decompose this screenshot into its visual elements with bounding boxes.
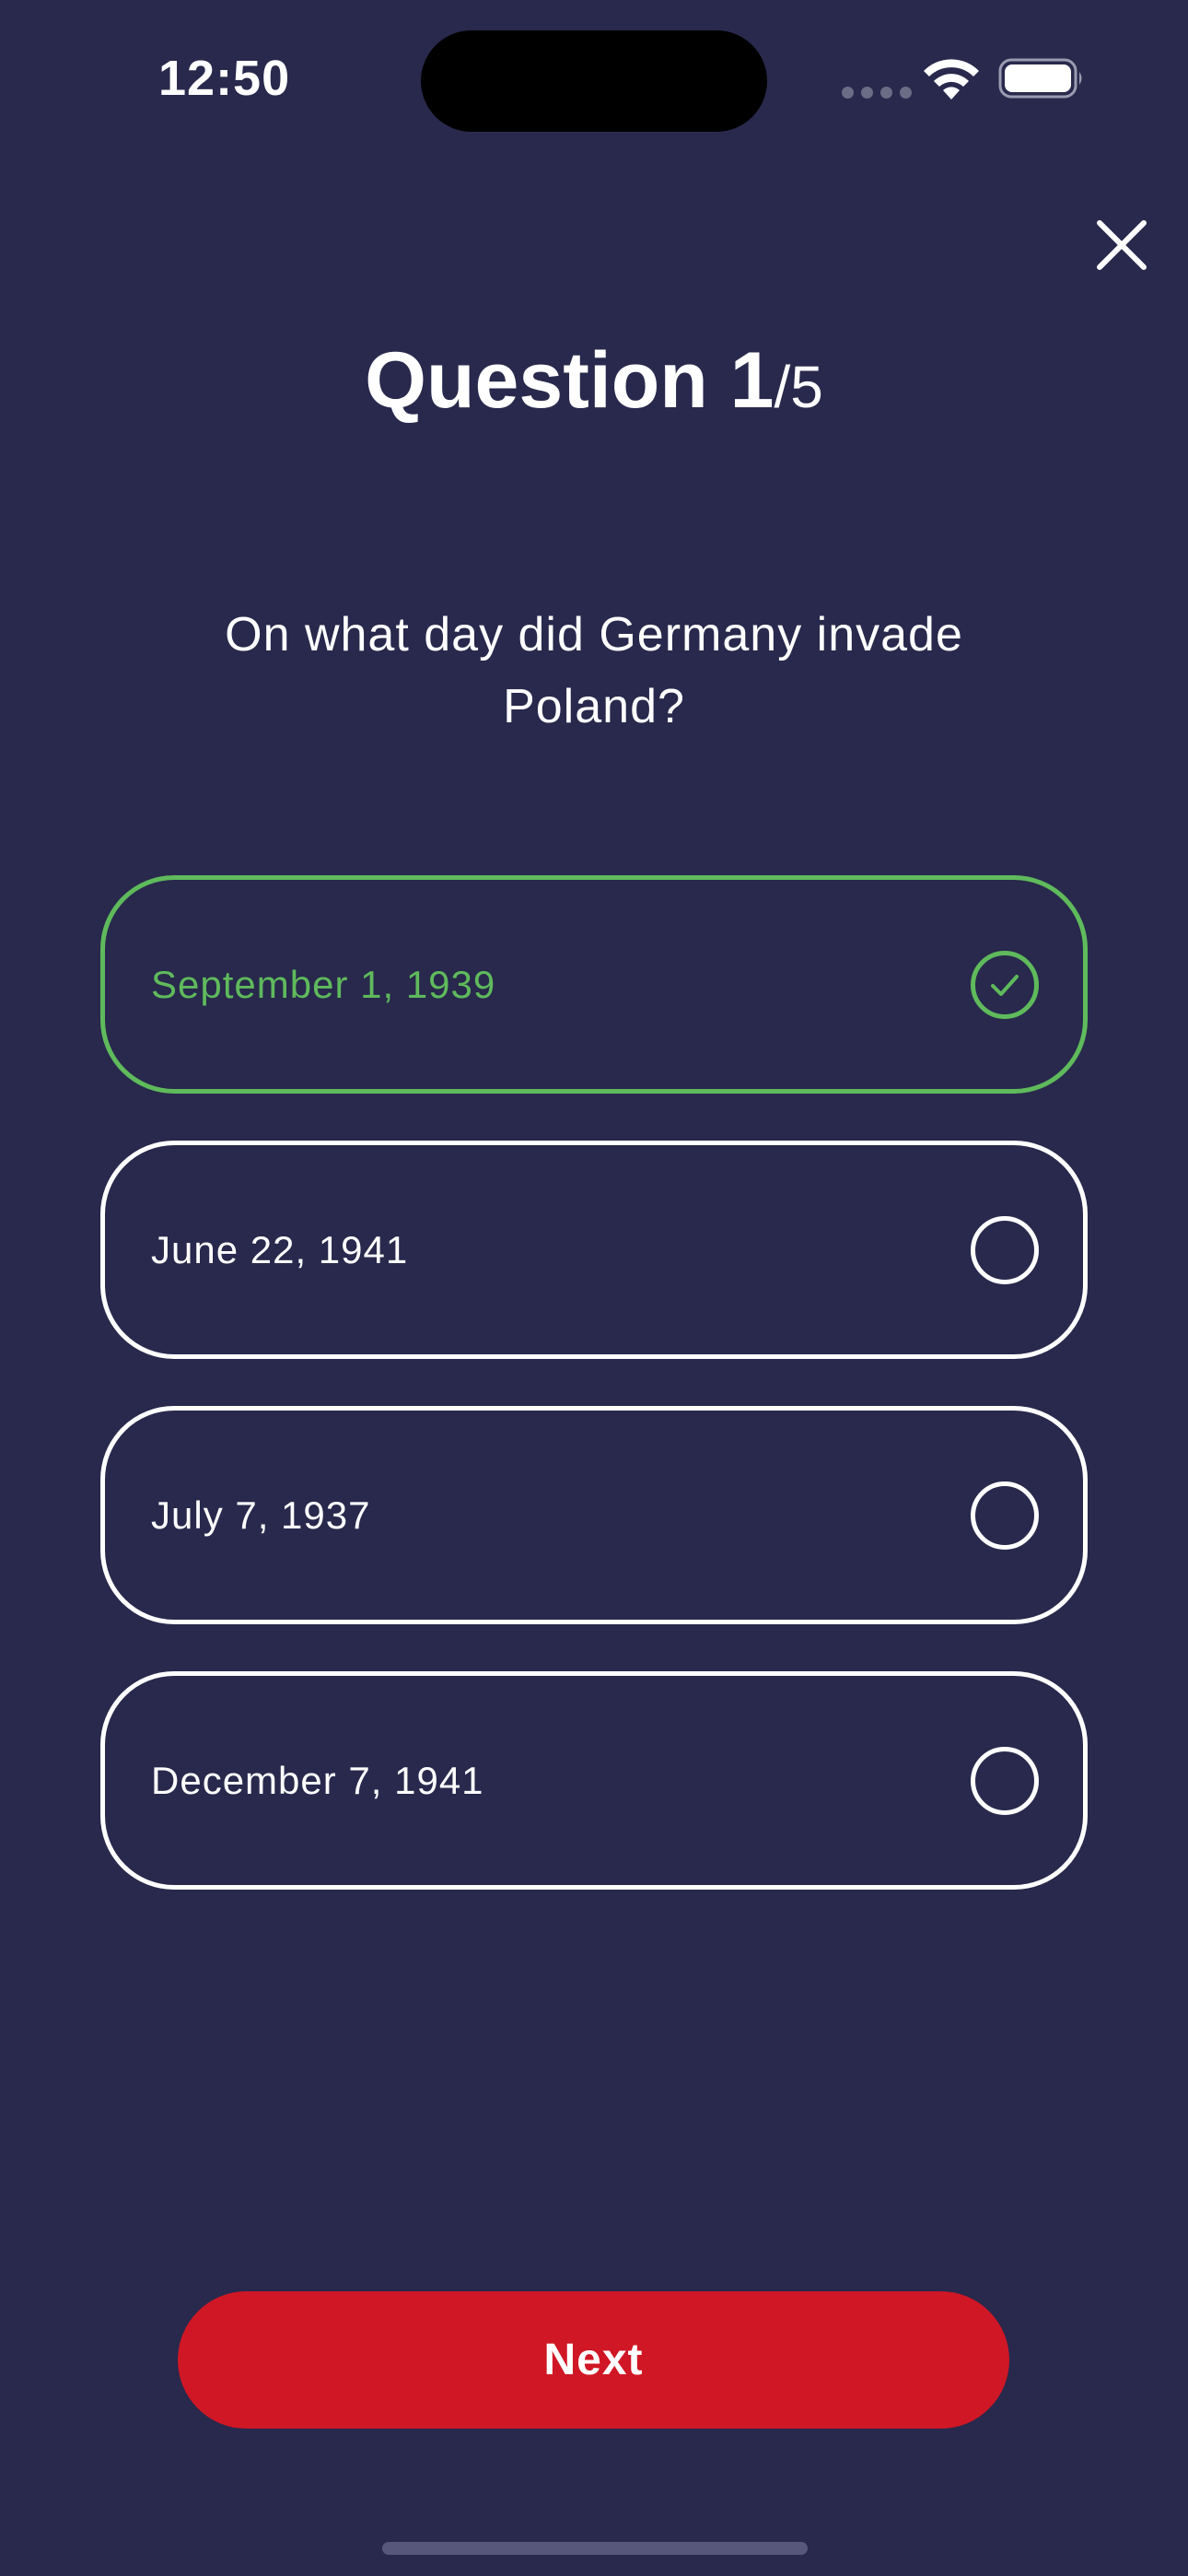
question-text: On what day did Germany invade Poland? [225, 608, 963, 733]
radio-empty-icon [971, 1481, 1039, 1550]
cellular-signal-icon [842, 87, 912, 99]
page-title: Question 1/5 [0, 341, 1188, 420]
question-number: Question 1 [365, 336, 775, 425]
answer-option-label: September 1, 1939 [151, 962, 496, 1006]
radio-empty-icon [971, 1746, 1039, 1815]
status-time: 12:50 [158, 51, 291, 106]
radio-empty-icon [971, 1215, 1039, 1284]
answer-option-4[interactable]: December 7, 1941 [100, 1671, 1088, 1890]
quiz-screen: 12:50 Question 1/5 On what day did Germa… [0, 0, 1188, 2576]
close-button[interactable] [1087, 210, 1157, 280]
answer-option-1[interactable]: September 1, 1939 [100, 875, 1088, 1094]
check-circle-icon [971, 950, 1039, 1019]
home-indicator[interactable] [382, 2542, 808, 2555]
answer-option-3[interactable]: July 7, 1937 [100, 1406, 1088, 1624]
answer-option-label: December 7, 1941 [151, 1758, 484, 1802]
battery-icon [998, 58, 1082, 99]
next-button[interactable]: Next [178, 2291, 1009, 2429]
answer-option-label: June 22, 1941 [151, 1227, 409, 1271]
question-total: /5 [774, 354, 823, 420]
wifi-icon [924, 59, 979, 100]
close-icon [1097, 220, 1147, 270]
answer-option-2[interactable]: June 22, 1941 [100, 1141, 1088, 1359]
answer-option-label: July 7, 1937 [151, 1493, 371, 1537]
dynamic-island [421, 30, 767, 132]
